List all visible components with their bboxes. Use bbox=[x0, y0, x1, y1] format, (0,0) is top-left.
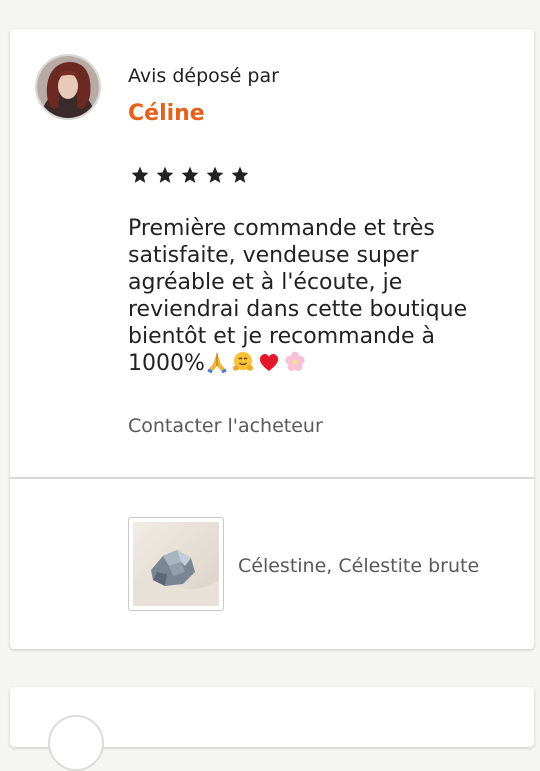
red-heart-emoji bbox=[257, 350, 281, 381]
product-thumbnail[interactable] bbox=[128, 517, 224, 611]
next-reviewer-avatar[interactable] bbox=[48, 715, 104, 771]
review-text-line-last: 1000% bbox=[128, 350, 520, 381]
star-icon bbox=[156, 166, 174, 183]
review-text-line: satisfaite, vendeuse super bbox=[128, 243, 419, 268]
review-card: Avis déposé par Céline Première commande… bbox=[10, 29, 534, 649]
review-text-line: reviendrai dans cette boutique bbox=[128, 297, 468, 322]
contact-buyer-link[interactable]: Contacter l'acheteur bbox=[128, 415, 323, 437]
product-title[interactable]: Célestine, Célestite brute bbox=[238, 555, 479, 577]
review-text-line: agréable et à l'écoute, je bbox=[128, 270, 403, 295]
review-text-line: Première commande et très bbox=[128, 216, 435, 241]
star-rating bbox=[130, 165, 250, 185]
review-text: Première commande et très satisfaite, ve… bbox=[128, 215, 520, 381]
reviewed-by-label: Avis déposé par bbox=[128, 65, 279, 87]
hugging-face-emoji bbox=[231, 350, 255, 381]
folded-hands-emoji bbox=[205, 350, 229, 381]
next-review-card bbox=[10, 687, 534, 771]
star-icon bbox=[231, 166, 249, 183]
review-text-end: 1000% bbox=[128, 351, 205, 376]
reviewer-name-link[interactable]: Céline bbox=[128, 101, 205, 126]
cherry-blossom-emoji bbox=[283, 350, 307, 381]
reviewer-avatar[interactable] bbox=[35, 54, 101, 120]
mineral-photo bbox=[133, 522, 219, 606]
divider bbox=[10, 477, 534, 479]
review-text-line: bientôt et je recommande à bbox=[128, 324, 435, 349]
star-icon bbox=[206, 166, 224, 183]
star-icon bbox=[181, 166, 199, 183]
star-icon bbox=[131, 166, 149, 183]
